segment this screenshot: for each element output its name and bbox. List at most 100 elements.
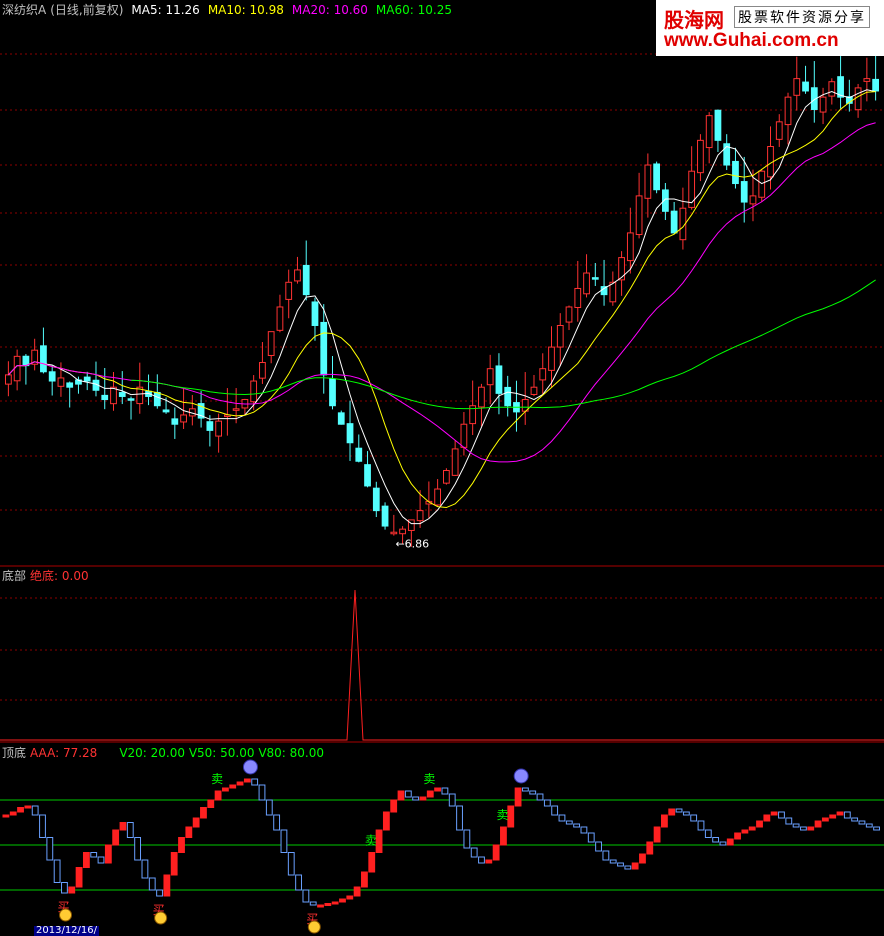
aaa-bar (135, 838, 141, 861)
candle-body (584, 273, 590, 294)
ma-legend-item: MA10: 10.98 (208, 3, 284, 17)
aaa-bar (208, 800, 214, 808)
candle-body (58, 378, 64, 386)
aaa-bar (581, 827, 587, 833)
sell-signal: 卖 (211, 772, 223, 786)
aaa-bar (464, 830, 470, 848)
aaa-bar (18, 808, 24, 813)
candle-body (698, 140, 704, 172)
main-grid (0, 54, 884, 742)
aaa-bar (757, 821, 763, 827)
ma-legend-item: MA60: 10.25 (376, 3, 452, 17)
main-header: 深纺织A(日线,前复权)MA5: 11.26MA10: 10.98MA20: 1… (2, 3, 460, 17)
candle-body (119, 393, 125, 397)
candle-body (531, 387, 537, 394)
aaa-bar (340, 899, 346, 902)
aaa-bar (113, 830, 119, 845)
candle-body (41, 346, 47, 372)
candle-body (216, 421, 222, 436)
candle-body (619, 258, 625, 280)
aaa-bar (508, 806, 514, 827)
candle-body (207, 422, 213, 431)
candle-body (338, 413, 344, 424)
aaa-bar (691, 815, 697, 821)
candle-body (645, 165, 651, 198)
aaa-bar (398, 791, 404, 800)
aaa-bar (603, 851, 609, 860)
aaa-bar (157, 890, 163, 896)
candle-body (163, 410, 169, 412)
aaa-bar (610, 860, 616, 863)
aaa-bar (522, 788, 528, 791)
candle-body (864, 79, 870, 82)
candle-body (181, 415, 187, 422)
candle-body (233, 409, 239, 411)
aaa-bar (223, 788, 229, 791)
aaa-bar (274, 815, 280, 830)
aaa-bar (376, 830, 382, 853)
aaa-value: AAA: 77.28 (30, 746, 97, 760)
aaa-bar (47, 838, 53, 861)
aaa-bar (830, 815, 836, 818)
aaa-bar (479, 857, 485, 863)
aaa-bar (544, 800, 550, 806)
aaa-bar (186, 827, 192, 838)
candle-body (803, 82, 809, 91)
ma-line (8, 90, 875, 524)
candle-body (829, 82, 835, 96)
candle-body (312, 302, 318, 326)
aaa-bar (537, 794, 543, 800)
candlestick-series (6, 55, 879, 546)
aaa-bar (640, 854, 646, 863)
aaa-bar (779, 812, 785, 818)
aaa-bar (413, 797, 419, 800)
aaa-bar (25, 806, 31, 808)
aaa-bar (713, 838, 719, 843)
sell-signal: 卖 (365, 834, 377, 848)
aaa-bar (720, 842, 726, 845)
aaa-bar (471, 848, 477, 857)
top-bottom-panel-header: 顶底AAA: 77.28V20: 20.00 V50: 50.00 V80: 8… (2, 746, 328, 760)
candle-body (251, 381, 257, 402)
aaa-bar (771, 812, 777, 815)
candle-body (566, 307, 572, 322)
sell-signal: 卖 (497, 808, 509, 822)
aaa-bar (383, 812, 389, 830)
buy-marker (60, 909, 72, 921)
aaa-bar (764, 815, 770, 821)
candle-body (487, 369, 493, 385)
aaa-bar (142, 860, 148, 878)
candle-body (636, 196, 642, 235)
aaa-bar (40, 815, 46, 838)
candle-body (741, 182, 747, 202)
candle-body (365, 465, 371, 486)
candle-body (347, 424, 353, 443)
candle-body (549, 347, 555, 370)
candle-body (592, 278, 598, 280)
aaa-bar (296, 875, 302, 890)
aaa-bar (632, 863, 638, 869)
candle-body (356, 448, 362, 461)
aaa-bar (683, 812, 689, 815)
aaa-bar (815, 821, 821, 827)
aaa-bar (515, 788, 521, 806)
aaa-bar (449, 794, 455, 806)
aaa-bar (318, 905, 324, 907)
candle-body (321, 322, 327, 374)
aaa-bar (149, 878, 155, 890)
candle-body (303, 265, 309, 294)
aaa-bar (127, 823, 133, 838)
panel-title: 底部 (2, 569, 26, 583)
candle-body (715, 110, 721, 140)
aaa-bar (793, 824, 799, 827)
aaa-bar (859, 821, 865, 824)
candle-body (111, 387, 117, 403)
aaa-bar (405, 791, 411, 797)
aaa-bar (654, 827, 660, 842)
aaa-bar (852, 818, 858, 821)
aaa-bar (837, 812, 843, 815)
aaa-bar (310, 902, 316, 905)
sell-signal: 卖 (423, 772, 435, 786)
aaa-bar (588, 833, 594, 842)
ma-legend-item: MA20: 10.60 (292, 3, 368, 17)
